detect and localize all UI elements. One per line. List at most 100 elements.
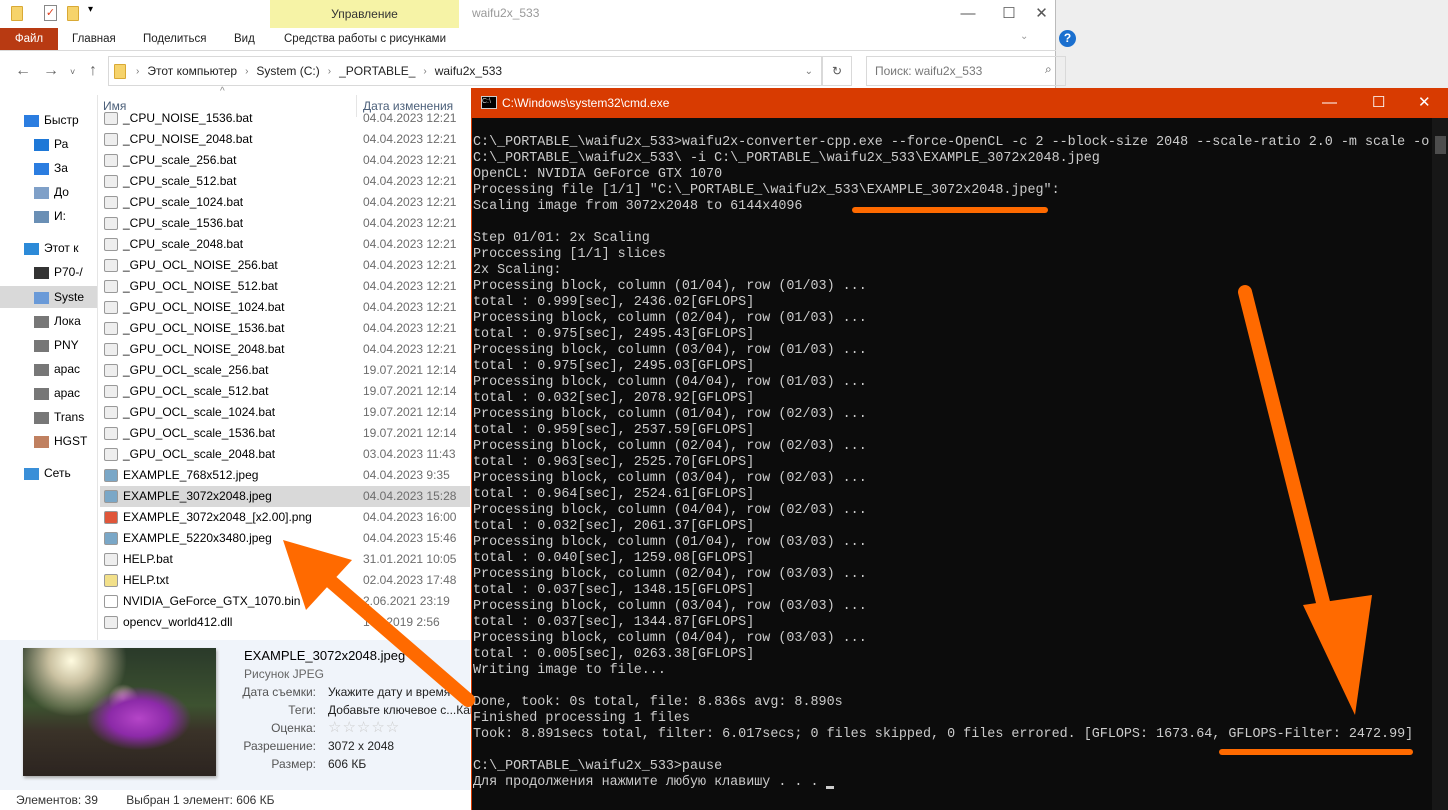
folder-icon[interactable] [11, 6, 23, 21]
file-row[interactable]: _CPU_scale_1536.bat 04.04.2023 12:21 [100, 213, 470, 234]
jpeg-file-icon [104, 532, 118, 545]
nav-item[interactable]: P70-/ [0, 261, 97, 283]
back-button[interactable]: ← [15, 62, 31, 80]
file-row[interactable]: _GPU_OCL_NOISE_256.bat 04.04.2023 12:21 [100, 255, 470, 276]
folder-icon [114, 63, 126, 79]
nav-item[interactable]: Сеть [0, 462, 97, 484]
cmd-maximize-button[interactable]: ☐ [1372, 88, 1385, 118]
file-row[interactable]: EXAMPLE_768x512.jpeg 04.04.2023 9:35 [100, 465, 470, 486]
file-row[interactable]: _CPU_scale_512.bat 04.04.2023 12:21 [100, 171, 470, 192]
breadcrumb-waifu2x[interactable]: waifu2x_533 [435, 64, 502, 78]
tab-home[interactable]: Главная [60, 28, 128, 50]
console-line: C:\_PORTABLE_\waifu2x_533\ -i C:\_PORTAB… [473, 151, 1100, 166]
nav-item[interactable]: Этот к [0, 237, 97, 259]
file-name: HELP.bat [123, 552, 173, 566]
scrollbar-thumb[interactable] [1435, 136, 1446, 154]
context-tab-manage[interactable]: Управление [270, 0, 459, 28]
file-row[interactable]: _GPU_OCL_scale_256.bat 19.07.2021 12:14 [100, 360, 470, 381]
cmd-title-bar[interactable]: C:\ C:\Windows\system32\cmd.exe — ☐ ✕ [472, 88, 1448, 118]
file-row[interactable]: _CPU_scale_1024.bat 04.04.2023 12:21 [100, 192, 470, 213]
file-row[interactable]: _GPU_OCL_scale_2048.bat 03.04.2023 11:43 [100, 444, 470, 465]
file-date: 04.04.2023 12:21 [363, 342, 457, 356]
nav-item[interactable]: До [0, 181, 97, 203]
file-row[interactable]: _GPU_OCL_scale_512.bat 19.07.2021 12:14 [100, 381, 470, 402]
file-row[interactable]: _GPU_OCL_NOISE_1024.bat 04.04.2023 12:21 [100, 297, 470, 318]
nav-item[interactable]: HGST [0, 430, 97, 452]
nav-item[interactable]: Trans [0, 406, 97, 428]
property-value[interactable]: Добавьте ключевое с...Кам [328, 703, 478, 717]
console-line: Processing block, column (04/04), row (0… [473, 631, 867, 646]
nav-item[interactable]: И: [0, 205, 97, 227]
breadcrumb-system-c[interactable]: System (C:) [256, 64, 319, 78]
address-bar[interactable]: › Этот компьютер › System (C:) › _PORTAB… [108, 56, 822, 86]
breadcrumb-portable[interactable]: _PORTABLE_ [339, 64, 415, 78]
nav-item[interactable]: Лока [0, 310, 97, 332]
file-row[interactable]: HELP.txt 02.04.2023 17:48 [100, 570, 470, 591]
file-row[interactable]: EXAMPLE_3072x2048.jpeg 04.04.2023 15:28 [100, 486, 470, 507]
file-row[interactable]: opencv_world412.dll 10. .2019 2:56 [100, 612, 470, 633]
nav-item[interactable]: PNY [0, 334, 97, 356]
file-row[interactable]: _GPU_OCL_scale_1536.bat 19.07.2021 12:14 [100, 423, 470, 444]
minimize-button[interactable]: — [945, 2, 991, 26]
file-row[interactable]: HELP.bat 31.01.2021 10:05 [100, 549, 470, 570]
cmd-title: C:\Windows\system32\cmd.exe [502, 96, 670, 110]
up-button[interactable]: ↑ [89, 62, 97, 80]
nav-item[interactable]: Быстр [0, 109, 97, 131]
nav-item[interactable]: apac [0, 382, 97, 404]
search-input[interactable]: Поиск: waifu2x_533 [866, 56, 1066, 86]
bat-file-icon [104, 175, 118, 188]
nav-item[interactable]: apac [0, 358, 97, 380]
forward-button[interactable]: → [43, 62, 59, 80]
cmd-minimize-button[interactable]: — [1322, 88, 1337, 118]
scrollbar[interactable] [1432, 118, 1448, 810]
maximize-button[interactable]: ☐ [986, 2, 1032, 26]
nav-item-label: Лока [54, 314, 81, 328]
file-row[interactable]: _GPU_OCL_NOISE_1536.bat 04.04.2023 12:21 [100, 318, 470, 339]
tab-file[interactable]: Файл [0, 28, 58, 50]
breadcrumb-this-pc[interactable]: Этот компьютер [147, 64, 237, 78]
recent-locations-icon[interactable]: ˅ [70, 67, 75, 77]
file-row[interactable]: _GPU_OCL_NOISE_512.bat 04.04.2023 12:21 [100, 276, 470, 297]
file-row[interactable]: _CPU_scale_2048.bat 04.04.2023 12:21 [100, 234, 470, 255]
file-row[interactable]: _CPU_NOISE_2048.bat 04.04.2023 12:21 [100, 129, 470, 150]
console-line: Processing block, column (03/04), row (0… [473, 471, 867, 486]
file-row[interactable]: NVIDIA_GeForce_GTX_1070.bin 2.06.2021 23:… [100, 591, 470, 612]
refresh-button[interactable]: ↻ [822, 56, 852, 86]
property-value[interactable]: Укажите дату и время [328, 685, 450, 699]
properties-icon[interactable]: ✓ [44, 5, 57, 21]
console-line: Scaling image from 3072x2048 to 6144x409… [473, 199, 803, 214]
file-row[interactable]: _CPU_NOISE_1536.bat 04.04.2023 12:21 [100, 108, 470, 129]
close-button[interactable]: ✕ [1027, 2, 1056, 26]
navigation-pane: Быстр Ра За До И: Этот к P70-/ Syste Лока PNY apac… [0, 95, 98, 640]
file-row[interactable]: EXAMPLE_5220x3480.jpeg 04.04.2023 15:46 [100, 528, 470, 549]
expand-ribbon-icon[interactable]: ⌄ [1020, 31, 1028, 42]
file-date: 10. .2019 2:56 [363, 615, 440, 629]
tab-picture-tools[interactable]: Средства работы с рисунками [272, 28, 458, 50]
new-folder-icon[interactable] [67, 6, 79, 21]
tab-share[interactable]: Поделиться [131, 28, 219, 50]
cmd-window[interactable]: C:\ C:\Windows\system32\cmd.exe — ☐ ✕ C:… [471, 88, 1448, 810]
console-line: total : 0.005[sec], 0263.38[GFLOPS] [473, 647, 755, 662]
help-icon[interactable]: ? [1059, 30, 1076, 47]
rating-stars[interactable]: ☆☆☆☆☆ [328, 718, 400, 736]
nav-item[interactable]: За [0, 157, 97, 179]
nav-item-label: До [54, 185, 69, 199]
file-name: _GPU_OCL_scale_256.bat [123, 363, 269, 377]
file-date: 19.07.2021 12:14 [363, 363, 457, 377]
file-row[interactable]: _GPU_OCL_scale_1024.bat 19.07.2021 12:14 [100, 402, 470, 423]
cmd-close-button[interactable]: ✕ [1418, 88, 1431, 118]
file-row[interactable]: EXAMPLE_3072x2048_[x2.00].png 04.04.2023 … [100, 507, 470, 528]
file-date: 04.04.2023 12:21 [363, 258, 457, 272]
chevron-right-icon: › [327, 65, 332, 77]
nav-item[interactable]: Ра [0, 133, 97, 155]
console-line: total : 0.975[sec], 2495.43[GFLOPS] [473, 327, 755, 342]
nav-item-icon [34, 363, 49, 376]
address-dropdown-icon[interactable]: ⌄ [805, 66, 813, 77]
customize-quick-access-icon[interactable]: ▾ [88, 4, 93, 15]
file-row[interactable]: _CPU_scale_256.bat 04.04.2023 12:21 [100, 150, 470, 171]
tab-view[interactable]: Вид [222, 28, 267, 50]
nav-item[interactable]: Syste [0, 286, 97, 308]
file-row[interactable]: _GPU_OCL_NOISE_2048.bat 04.04.2023 12:21 [100, 339, 470, 360]
nav-item-label: PNY [54, 338, 79, 352]
search-icon[interactable]: ⌕ [1045, 62, 1052, 77]
